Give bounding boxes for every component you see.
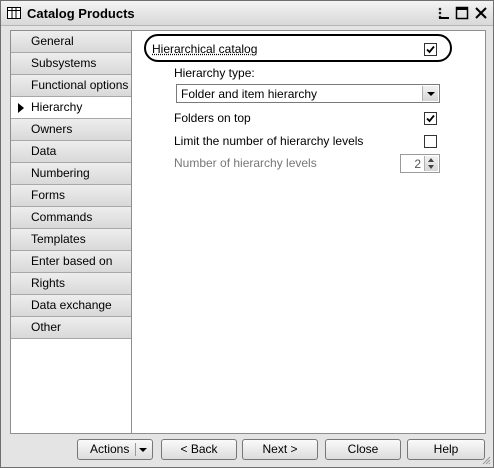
sidebar-item-label: Data <box>31 144 57 158</box>
sidebar-item-functional-options[interactable]: Functional options <box>11 75 131 97</box>
close-button[interactable]: Close <box>325 439 401 460</box>
sidebar-item-data[interactable]: Data <box>11 141 131 163</box>
checkmark-icon <box>426 114 435 123</box>
sidebar-item-hierarchy[interactable]: Hierarchy <box>11 97 131 119</box>
close-icon[interactable] <box>474 6 488 20</box>
chevron-down-icon <box>139 448 147 452</box>
maximize-icon[interactable] <box>455 6 469 20</box>
help-label: Help <box>433 442 459 456</box>
dropdown-separator <box>135 443 136 456</box>
resize-grip-icon[interactable] <box>481 455 491 465</box>
sidebar-item-label: Owners <box>31 122 73 136</box>
sidebar-item-label: Other <box>31 320 62 334</box>
limit-levels-label: Limit the number of hierarchy levels <box>174 134 364 148</box>
spin-down-icon[interactable] <box>428 165 434 169</box>
number-of-levels-label: Number of hierarchy levels <box>174 156 317 170</box>
hierarchical-catalog-checkbox[interactable] <box>424 43 437 56</box>
table-grid-icon <box>7 7 21 19</box>
sidebar-item-label: Enter based on <box>31 254 113 268</box>
sidebar-item-templates[interactable]: Templates <box>11 229 131 251</box>
limit-levels-checkbox[interactable] <box>424 135 437 148</box>
actions-label: Actions <box>90 442 130 456</box>
sidebar-item-label: Forms <box>31 188 65 202</box>
sidebar-item-forms[interactable]: Forms <box>11 185 131 207</box>
title-bar: Catalog Products <box>1 1 493 26</box>
minimize-icon[interactable] <box>437 6 451 20</box>
chevron-down-icon[interactable] <box>422 86 438 101</box>
hierarchical-catalog-label: Hierarchical catalog <box>152 42 258 56</box>
sidebar-item-owners[interactable]: Owners <box>11 119 131 141</box>
selected-arrow-icon <box>18 103 24 113</box>
actions-button[interactable]: Actions <box>77 439 153 460</box>
sidebar-item-label: Templates <box>31 232 86 246</box>
number-of-levels-value: 2 <box>414 157 421 171</box>
sidebar-item-general[interactable]: General <box>11 31 131 53</box>
next-label: Next > <box>262 442 298 456</box>
hierarchy-type-label: Hierarchy type: <box>174 66 255 80</box>
sidebar-item-subsystems[interactable]: Subsystems <box>11 53 131 75</box>
back-label: < Back <box>180 442 218 456</box>
folders-on-top-checkbox[interactable] <box>424 112 437 125</box>
sidebar-item-label: Commands <box>31 210 93 224</box>
section-navigation: General Subsystems Functional options Hi… <box>10 30 132 434</box>
checkmark-icon <box>426 45 435 54</box>
number-of-levels-stepper[interactable]: 2 <box>400 154 440 173</box>
sidebar-item-label: Numbering <box>31 166 90 180</box>
sidebar-item-label: Data exchange <box>31 298 112 312</box>
spin-buttons[interactable] <box>424 156 438 171</box>
sidebar-item-label: Hierarchy <box>31 100 83 114</box>
close-label: Close <box>347 442 379 456</box>
sidebar-item-label: Functional options <box>31 78 129 92</box>
help-button[interactable]: Help <box>407 439 485 460</box>
sidebar-item-label: General <box>31 34 74 48</box>
sidebar-item-label: Subsystems <box>31 56 97 70</box>
sidebar-item-label: Rights <box>31 276 66 290</box>
sidebar-item-data-exchange[interactable]: Data exchange <box>11 295 131 317</box>
hierarchy-type-select[interactable]: Folder and item hierarchy <box>176 84 440 103</box>
catalog-products-window: Catalog Products General Subsystems Func… <box>0 0 494 468</box>
window-title: Catalog Products <box>27 6 135 21</box>
sidebar-item-commands[interactable]: Commands <box>11 207 131 229</box>
sidebar-item-enter-based-on[interactable]: Enter based on <box>11 251 131 273</box>
back-button[interactable]: < Back <box>161 439 237 460</box>
sidebar-item-other[interactable]: Other <box>11 317 131 339</box>
hierarchy-settings-panel: Hierarchical catalog Hierarchy type: Fol… <box>132 30 486 434</box>
sidebar-item-rights[interactable]: Rights <box>11 273 131 295</box>
spin-up-icon[interactable] <box>428 158 434 162</box>
hierarchy-type-value: Folder and item hierarchy <box>181 87 318 101</box>
next-button[interactable]: Next > <box>242 439 318 460</box>
folders-on-top-label: Folders on top <box>174 111 251 125</box>
sidebar-item-numbering[interactable]: Numbering <box>11 163 131 185</box>
